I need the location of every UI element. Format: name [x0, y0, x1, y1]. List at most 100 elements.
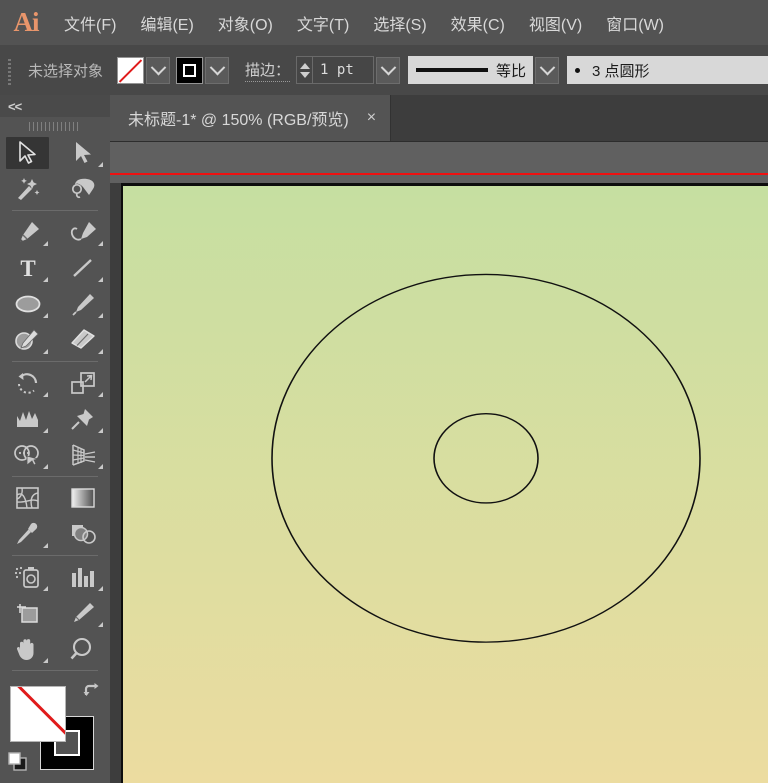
control-bar: 未选择对象 描边： 1 pt 等比 3 点圆形	[0, 45, 768, 96]
curvature-pen-tool[interactable]	[55, 214, 110, 250]
red-guide-line	[110, 173, 768, 175]
push-pin-icon	[70, 409, 93, 430]
stroke-weight-label[interactable]: 描边：	[245, 59, 291, 82]
line-segment-tool[interactable]	[55, 250, 110, 286]
line-icon	[72, 259, 92, 277]
brush-definition-select[interactable]: 3 点圆形	[567, 56, 768, 84]
stroke-weight-stepper[interactable]	[296, 56, 313, 84]
puppet-warp-tool[interactable]	[55, 401, 110, 437]
selection-tool[interactable]	[0, 135, 55, 171]
slice-tool[interactable]	[55, 595, 110, 631]
menu-view[interactable]: 视图(V)	[517, 7, 594, 39]
menu-file[interactable]: 文件(F)	[52, 7, 128, 39]
hand-tool[interactable]	[0, 631, 55, 667]
direct-selection-tool[interactable]	[55, 135, 110, 171]
ellipse-icon	[15, 295, 40, 313]
stepper-up-icon	[299, 62, 310, 69]
type-tool[interactable]: T	[0, 250, 55, 286]
close-icon[interactable]: ×	[367, 110, 376, 126]
menu-object[interactable]: 对象(O)	[206, 7, 285, 39]
menu-window[interactable]: 窗口(W)	[594, 7, 676, 39]
stroke-profile-dropdown[interactable]	[535, 56, 560, 84]
eraser-tool[interactable]	[55, 322, 110, 358]
scale-tool[interactable]	[55, 365, 110, 401]
brush-definition-label: 3 点圆形	[592, 62, 650, 80]
direct-selection-arrow-icon	[75, 142, 91, 163]
collapse-panel-icon[interactable]: <<	[8, 99, 22, 114]
rotate-icon	[17, 373, 37, 394]
document-tab[interactable]: 未标题-1* @ 150% (RGB/预览) ×	[110, 95, 392, 141]
pen-tool[interactable]	[0, 214, 55, 250]
fill-swatch[interactable]	[117, 56, 145, 84]
column-graph-tool[interactable]	[55, 559, 110, 595]
blend-tool[interactable]	[55, 516, 110, 552]
menu-effect[interactable]: 效果(C)	[439, 7, 517, 39]
svg-text:T: T	[20, 256, 35, 280]
uniform-profile-icon	[416, 68, 489, 72]
shaper-pencil-icon	[14, 329, 39, 350]
menu-select[interactable]: 选择(S)	[361, 7, 438, 39]
mesh-tool[interactable]	[0, 480, 55, 516]
stroke-profile-label: 等比	[496, 62, 527, 80]
symbol-sprayer-tool[interactable]	[0, 559, 55, 595]
width-icon	[16, 411, 38, 427]
control-bar-grip-handle[interactable]	[4, 55, 16, 85]
tools-grid: T	[0, 135, 110, 674]
brush-dot-icon	[575, 67, 581, 73]
lasso-tool[interactable]	[55, 171, 110, 207]
paintbrush-icon	[71, 294, 94, 316]
artboard-tool[interactable]	[0, 595, 55, 631]
stroke-profile-select[interactable]: 等比	[408, 56, 534, 84]
shaper-pencil-tool[interactable]	[0, 322, 55, 358]
chevron-down-icon	[209, 59, 225, 75]
document-area: 未标题-1* @ 150% (RGB/预览) ×	[110, 95, 768, 783]
tools-panel-grip-handle[interactable]	[0, 117, 110, 135]
stroke-swatch-dropdown[interactable]	[205, 56, 230, 84]
selection-arrow-icon	[18, 141, 36, 164]
stepper-down-icon	[299, 71, 310, 78]
curvature-pen-icon	[70, 222, 96, 241]
chevron-down-icon	[150, 59, 166, 75]
swap-fill-stroke-icon[interactable]	[82, 682, 102, 702]
magic-wand-tool[interactable]	[0, 171, 55, 207]
menu-edit[interactable]: 编辑(E)	[128, 7, 205, 39]
stroke-swatch[interactable]	[176, 56, 204, 84]
perspective-grid-tool[interactable]	[55, 437, 110, 473]
zoom-tool[interactable]	[55, 631, 110, 667]
fill-swatch-dropdown[interactable]	[146, 56, 171, 84]
inner-circle[interactable]	[433, 412, 539, 504]
fill-swatch-group	[117, 56, 171, 84]
blend-icon	[71, 525, 96, 544]
chevron-down-icon	[539, 59, 555, 75]
stroke-weight-input[interactable]: 1 pt	[312, 56, 375, 84]
rotate-tool[interactable]	[0, 365, 55, 401]
outer-circle[interactable]	[271, 273, 701, 643]
illustrator-window: Ai 文件(F) 编辑(E) 对象(O) 文字(T) 选择(S) 效果(C) 视…	[0, 0, 768, 783]
stroke-swatch-group	[176, 56, 230, 84]
default-fill-stroke-icon[interactable]	[8, 752, 28, 772]
pen-nib-icon	[19, 222, 39, 243]
paintbrush-tool[interactable]	[55, 286, 110, 322]
eyedropper-tool[interactable]	[0, 516, 55, 552]
chevron-down-icon	[380, 59, 396, 75]
stroke-weight-control: 1 pt	[296, 56, 401, 84]
shape-builder-tool[interactable]	[0, 437, 55, 473]
stroke-weight-dropdown[interactable]	[376, 56, 401, 84]
canvas-scroll-area[interactable]	[110, 183, 768, 783]
artboard[interactable]	[121, 183, 768, 783]
scale-icon	[70, 372, 95, 394]
toolbar-fill-swatch[interactable]	[10, 686, 66, 742]
eraser-icon	[70, 329, 95, 349]
width-tool[interactable]	[0, 401, 55, 437]
ellipse-tool[interactable]	[0, 286, 55, 322]
tools-panel-header[interactable]: <<	[0, 95, 110, 117]
shape-builder-icon	[13, 445, 40, 466]
gradient-tool[interactable]	[55, 480, 110, 516]
symbol-sprayer-icon	[14, 566, 39, 588]
menu-bar: Ai 文件(F) 编辑(E) 对象(O) 文字(T) 选择(S) 效果(C) 视…	[0, 0, 768, 45]
menu-type[interactable]: 文字(T)	[285, 7, 361, 39]
artwork-vector-layer	[271, 273, 701, 643]
lasso-icon	[71, 178, 94, 199]
hand-icon	[16, 639, 33, 660]
ruler-zone[interactable]	[110, 141, 768, 184]
